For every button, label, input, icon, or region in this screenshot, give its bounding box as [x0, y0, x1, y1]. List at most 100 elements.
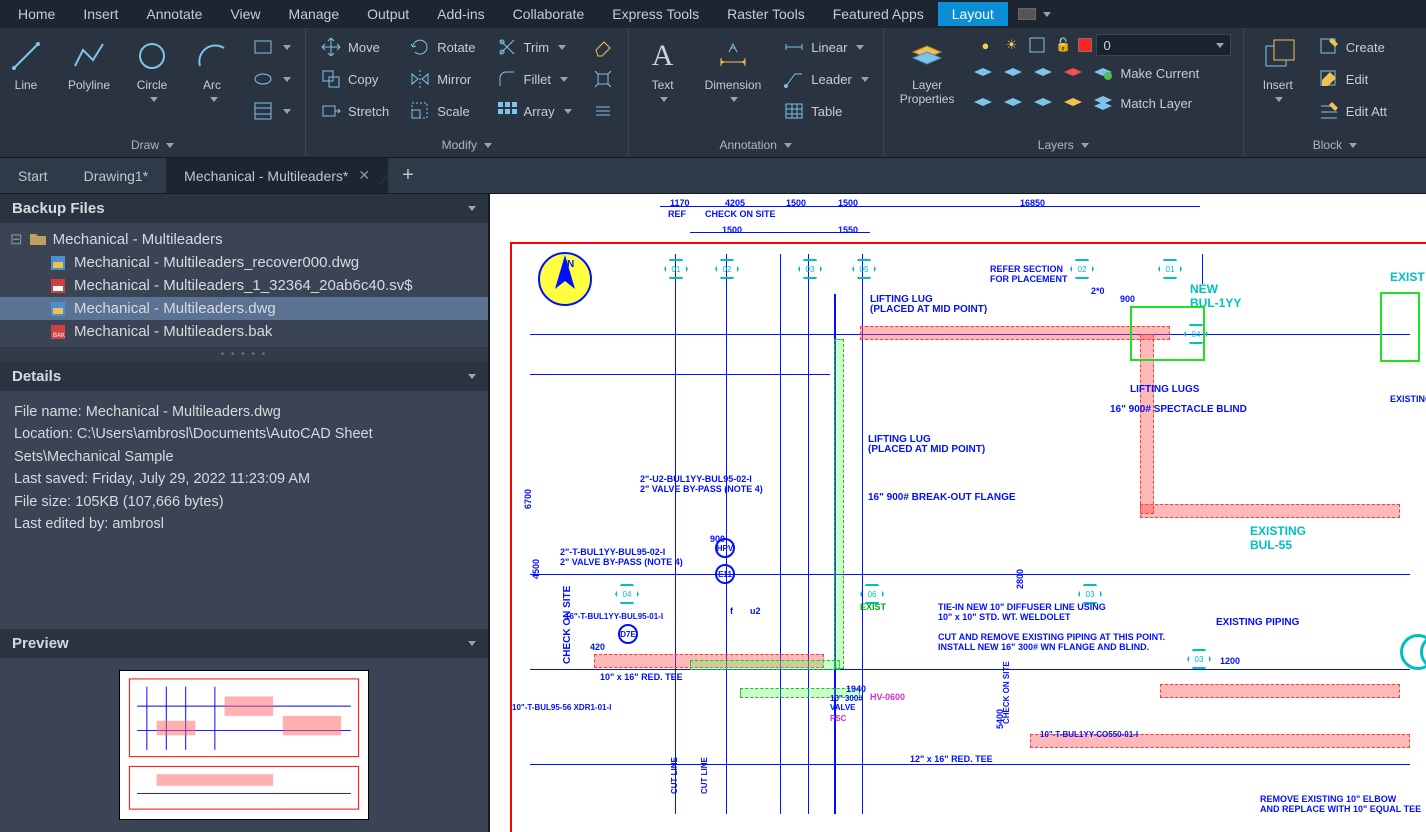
polyline-button[interactable]: Polyline — [60, 32, 118, 98]
menubar: Home Insert Annotate View Manage Output … — [0, 0, 1426, 28]
folder-icon — [29, 231, 47, 247]
layer-color-swatch[interactable] — [1078, 38, 1092, 52]
preview-header[interactable]: Preview — [0, 629, 488, 658]
fillet-button[interactable]: Fillet — [490, 64, 578, 94]
menu-insert[interactable]: Insert — [69, 2, 132, 26]
insert-button[interactable]: Insert — [1252, 32, 1304, 112]
circle-button[interactable]: Circle — [126, 32, 178, 112]
lock-icon[interactable]: 🔓 — [1052, 34, 1074, 56]
make-current-button[interactable]: Make Current — [1086, 58, 1205, 88]
modify-panel-title[interactable]: Modify — [314, 135, 620, 157]
close-icon[interactable]: ✕ — [358, 167, 370, 184]
offset-button[interactable] — [586, 96, 620, 126]
tree-file-sv[interactable]: Mechanical - Multileaders_1_32364_20ab6c… — [0, 274, 488, 297]
scale-button[interactable]: Scale — [403, 96, 481, 126]
ribbon-panel-modify: Move Copy Stretch Rotate Mirror Scale Tr… — [306, 28, 629, 157]
bulb-icon[interactable]: ● — [974, 34, 996, 56]
tab-start[interactable]: Start — [0, 158, 66, 193]
tab-mechanical[interactable]: Mechanical - Multileaders*✕ — [166, 158, 388, 193]
ellipse-button[interactable] — [246, 64, 297, 94]
rotate-button[interactable]: Rotate — [403, 32, 481, 62]
arc-button[interactable]: Arc — [186, 32, 238, 112]
table-button[interactable]: Table — [777, 96, 874, 126]
menu-collaborate[interactable]: Collaborate — [499, 2, 599, 26]
leader-button[interactable]: Leader — [777, 64, 874, 94]
offset-icon — [592, 100, 614, 122]
move-button[interactable]: Move — [314, 32, 395, 62]
dwg-file-icon — [50, 301, 68, 317]
details-header[interactable]: Details — [0, 362, 488, 391]
menu-output[interactable]: Output — [353, 2, 423, 26]
layer-tool-5-icon[interactable] — [972, 92, 994, 114]
match-layer-button[interactable]: Match Layer — [1086, 88, 1198, 118]
ribbon-panel-annotation: A Text Dimension Linear Leader Table Ann… — [629, 28, 884, 157]
menu-addins[interactable]: Add-ins — [423, 2, 498, 26]
erase-button[interactable] — [586, 32, 620, 62]
line-label: Line — [15, 78, 38, 92]
menu-layout[interactable]: Layout — [938, 2, 1008, 26]
resize-handle[interactable]: • • • • • — [0, 347, 488, 362]
leader-icon — [783, 68, 805, 90]
edit-button[interactable]: Edit — [1312, 64, 1393, 94]
dimension-icon — [715, 38, 751, 74]
tree-file-recover[interactable]: Mechanical - Multileaders_recover000.dwg — [0, 251, 488, 274]
mirror-icon — [409, 68, 431, 90]
mirror-button[interactable]: Mirror — [403, 64, 481, 94]
create-button[interactable]: Create — [1312, 32, 1393, 62]
menu-home[interactable]: Home — [4, 2, 69, 26]
layers-panel-title[interactable]: Layers — [892, 135, 1235, 157]
draw-panel-title[interactable]: Draw — [8, 135, 297, 157]
table-icon — [783, 100, 805, 122]
menu-extra[interactable] — [1008, 8, 1061, 20]
backup-files-header[interactable]: Backup Files — [0, 194, 488, 223]
polyline-icon — [71, 38, 107, 74]
chevron-down-icon[interactable] — [468, 206, 476, 211]
layer-tool-2-icon[interactable] — [1002, 62, 1024, 84]
array-button[interactable]: Array — [490, 96, 578, 126]
menu-manage[interactable]: Manage — [275, 2, 354, 26]
layer-tool-4-icon[interactable] — [1062, 62, 1084, 84]
tab-drawing1[interactable]: Drawing1* — [66, 158, 167, 193]
layer-tool-8-icon[interactable] — [1062, 92, 1084, 114]
line-button[interactable]: Line — [0, 32, 52, 98]
sun-icon[interactable]: ☀ — [1000, 34, 1022, 56]
hatch-icon — [252, 100, 274, 122]
dimension-button[interactable]: Dimension — [697, 32, 770, 112]
move-icon — [320, 36, 342, 58]
insert-icon — [1260, 38, 1296, 74]
ribbon: Line Polyline Circle Arc Draw — [0, 28, 1426, 158]
tree-root-folder[interactable]: ⊟ Mechanical - Multileaders — [0, 227, 488, 251]
layer-properties-button[interactable]: Layer Properties — [892, 32, 963, 112]
tree-file-dwg-selected[interactable]: Mechanical - Multileaders.dwg — [0, 297, 488, 320]
layer-tool-3-icon[interactable] — [1032, 62, 1054, 84]
layer-combo[interactable]: 0 — [1096, 34, 1230, 56]
stretch-button[interactable]: Stretch — [314, 96, 395, 126]
chevron-down-icon[interactable] — [468, 641, 476, 646]
layer-tool-1-icon[interactable] — [972, 62, 994, 84]
linear-button[interactable]: Linear — [777, 32, 874, 62]
trim-button[interactable]: Trim — [490, 32, 578, 62]
menu-express-tools[interactable]: Express Tools — [598, 2, 713, 26]
ribbon-panel-block: Insert Create Edit Edit Att Block — [1244, 28, 1426, 157]
sv-file-icon — [50, 278, 68, 294]
rect-button[interactable] — [246, 32, 297, 62]
text-button[interactable]: A Text — [637, 32, 689, 112]
layer-tool-6-icon[interactable] — [1002, 92, 1024, 114]
menu-annotate[interactable]: Annotate — [132, 2, 216, 26]
rotate-icon — [409, 36, 431, 58]
menu-featured-apps[interactable]: Featured Apps — [819, 2, 938, 26]
layer-tool-7-icon[interactable] — [1032, 92, 1054, 114]
drawing-canvas[interactable]: 1170 4205 1500 1500 16850 REF CHECK ON S… — [490, 194, 1426, 832]
menu-view[interactable]: View — [216, 2, 274, 26]
freeze-icon[interactable] — [1026, 34, 1048, 56]
edit-attr-button[interactable]: Edit Att — [1312, 96, 1393, 126]
copy-button[interactable]: Copy — [314, 64, 395, 94]
ellipse-icon — [252, 68, 274, 90]
tree-file-bak[interactable]: BAK Mechanical - Multileaders.bak — [0, 320, 488, 343]
annotation-panel-title[interactable]: Annotation — [637, 135, 875, 157]
hatch-button[interactable] — [246, 96, 297, 126]
explode-button[interactable] — [586, 64, 620, 94]
menu-raster-tools[interactable]: Raster Tools — [713, 2, 819, 26]
block-panel-title[interactable]: Block — [1252, 135, 1418, 157]
chevron-down-icon[interactable] — [468, 374, 476, 379]
